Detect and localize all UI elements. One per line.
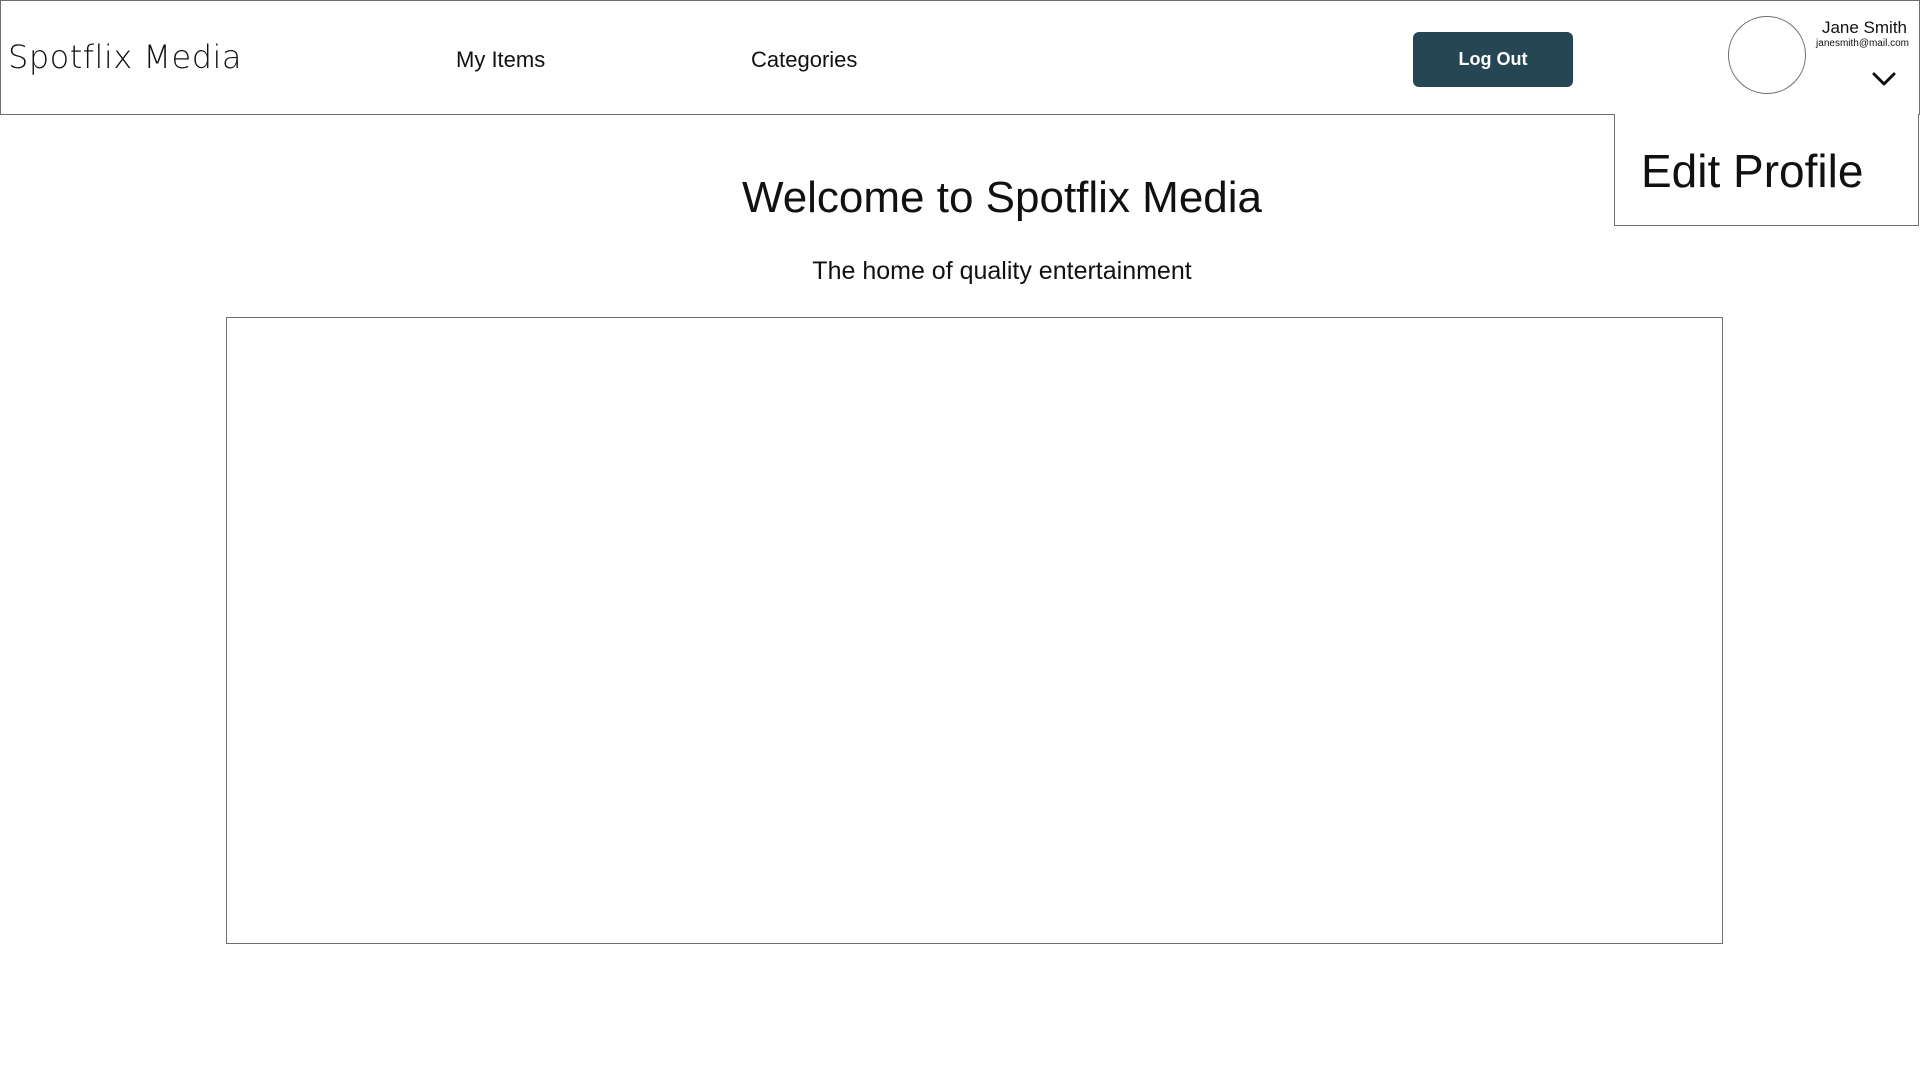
user-name: Jane Smith [1821,18,1907,37]
nav-link-my-items[interactable]: My Items [456,47,545,73]
nav-link-categories[interactable]: Categories [751,47,857,73]
brand-logo-text[interactable]: Spotflix Media [8,38,242,76]
user-avatar[interactable] [1728,16,1806,94]
user-email: janesmith@mail.com [1816,38,1909,49]
page-subtitle: The home of quality entertainment [812,257,1192,285]
logout-button[interactable]: Log Out [1413,32,1573,87]
content-placeholder-panel [226,317,1723,944]
page-title: Welcome to Spotflix Media [741,173,1263,222]
chevron-down-icon[interactable] [1869,67,1899,91]
top-navigation-bar: Spotflix Media My Items Categories Log O… [0,0,1920,115]
